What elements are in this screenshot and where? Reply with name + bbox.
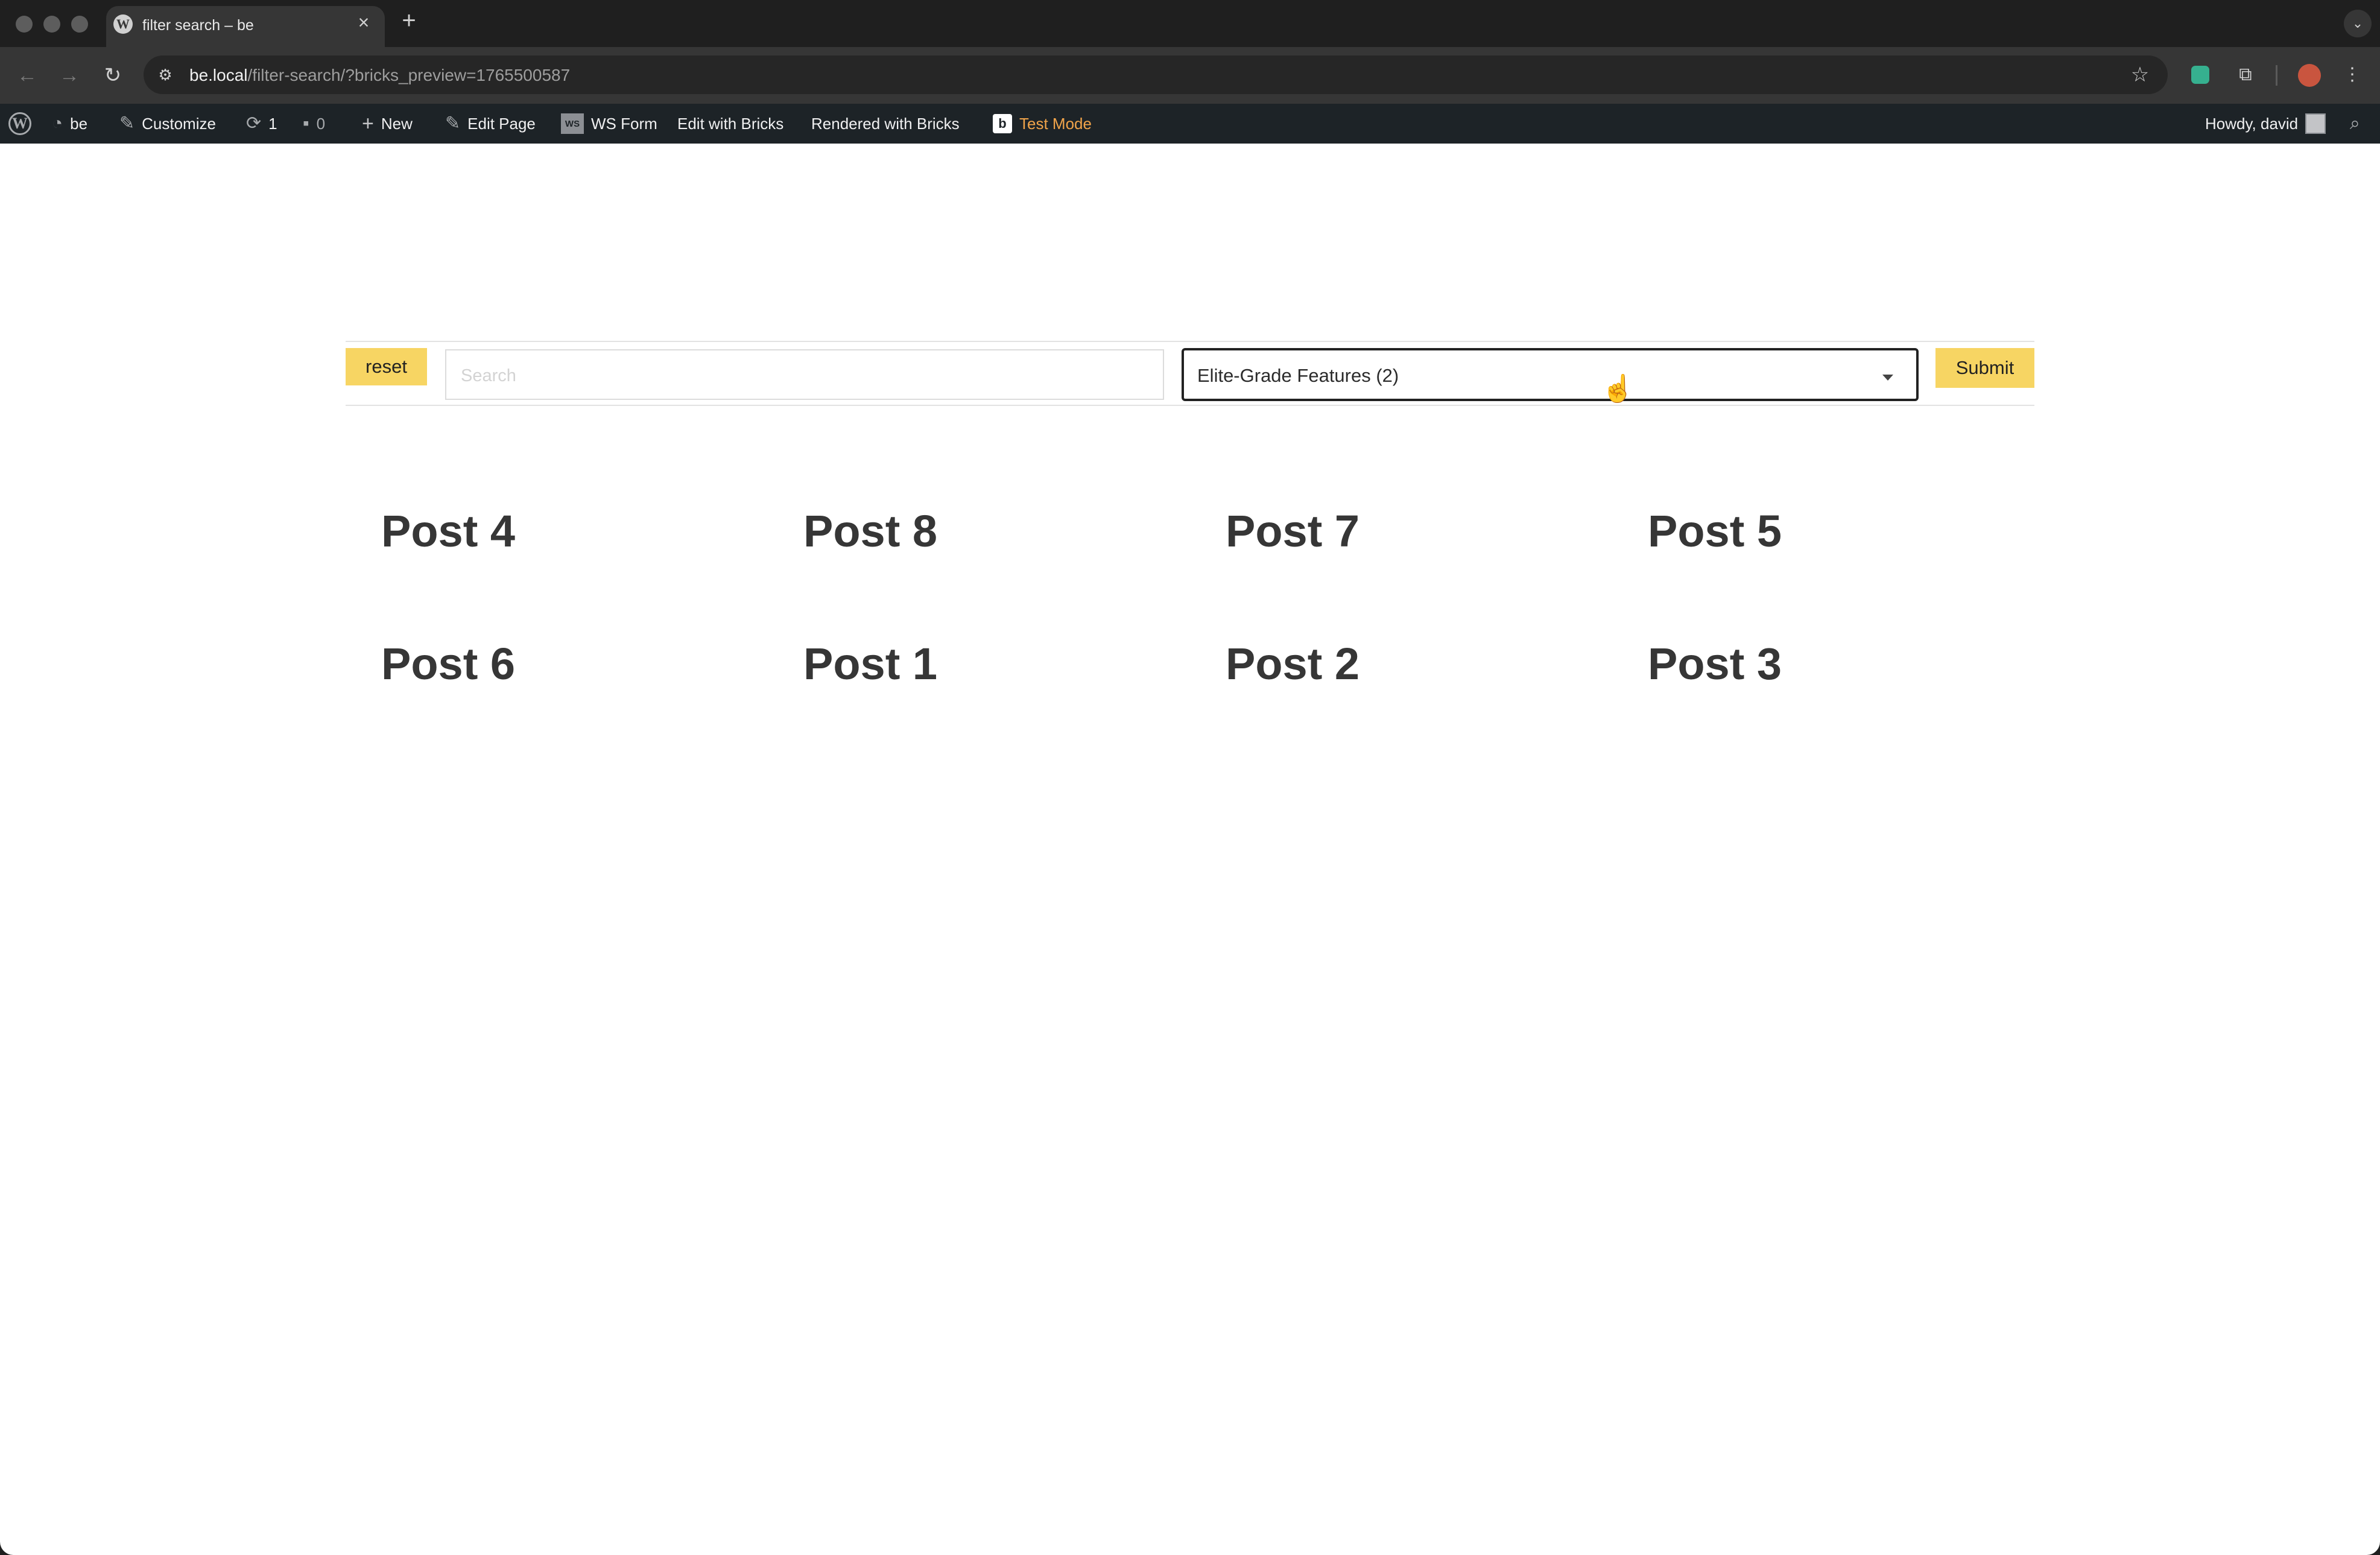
user-avatar-icon	[2305, 113, 2326, 134]
url-host: be.local	[189, 66, 248, 84]
edit-with-bricks-link[interactable]: Edit with Bricks	[677, 104, 783, 144]
ws-form-logo-icon: WS	[561, 113, 584, 134]
toolbar-divider	[2276, 65, 2277, 86]
search-icon: ⌕	[2350, 113, 2360, 133]
search-placeholder: Search	[461, 366, 516, 385]
rendered-with-bricks-item[interactable]: Rendered with Bricks	[811, 104, 960, 144]
window-maximize-button[interactable]	[71, 16, 88, 33]
forward-arrow-icon[interactable]: →	[55, 62, 83, 89]
comment-bubble-icon: ▪	[303, 113, 309, 133]
comments-count: 0	[316, 114, 326, 133]
wordpress-favicon-icon: W	[113, 14, 133, 34]
select-value: Elite-Grade Features (2)	[1197, 365, 1399, 386]
new-content-menu[interactable]: + New	[362, 104, 413, 144]
ws-form-label: WS Form	[591, 114, 657, 133]
dashboard-icon: ◔	[52, 113, 63, 133]
kebab-menu-icon[interactable]: ⋮	[2340, 63, 2364, 87]
submit-button[interactable]: Submit	[1935, 348, 2034, 388]
customize-link[interactable]: ✎ Customize	[119, 104, 216, 144]
browser-tabstrip: W filter search – be × + ⌄	[0, 0, 2380, 48]
site-name-label: be	[70, 114, 88, 133]
post-title[interactable]: Post 8	[803, 505, 937, 557]
edit-with-bricks-label: Edit with Bricks	[677, 114, 784, 133]
tab-title: filter search – be	[142, 17, 254, 34]
new-label: New	[381, 114, 413, 133]
window-close-button[interactable]	[16, 16, 33, 33]
rendered-with-bricks-label: Rendered with Bricks	[811, 114, 960, 133]
post-title[interactable]: Post 5	[1648, 505, 1782, 557]
howdy-label: Howdy, david	[2205, 114, 2299, 133]
new-tab-icon[interactable]: +	[398, 8, 420, 33]
site-name-menu[interactable]: ◔ be	[52, 104, 87, 144]
reload-icon[interactable]: ↻	[99, 62, 127, 89]
feature-filter-select[interactable]: Elite-Grade Features (2)	[1182, 348, 1919, 401]
bricks-logo-icon: b	[993, 114, 1012, 133]
edit-page-label: Edit Page	[467, 114, 536, 133]
pencil-icon: ✎	[445, 113, 461, 133]
reset-button[interactable]: reset	[346, 348, 427, 385]
updates-link[interactable]: ⟳ 1	[246, 104, 277, 144]
test-mode-label: Test Mode	[1019, 114, 1092, 133]
back-arrow-icon[interactable]: ←	[13, 62, 41, 89]
filter-bar: reset Search Elite-Grade Features (2) Su…	[346, 341, 2034, 406]
site-info-icon[interactable]: ⚙	[154, 64, 176, 86]
caret-down-icon	[1882, 375, 1893, 381]
url-text[interactable]: be.local/filter-search/?bricks_preview=1…	[189, 66, 570, 85]
url-path: /filter-search/?bricks_preview=176550058…	[247, 66, 571, 84]
wordpress-logo-icon: W	[8, 112, 31, 135]
updates-count: 1	[268, 114, 277, 133]
extensions-puzzle-icon[interactable]: ⧉	[2233, 63, 2258, 87]
page-viewport: reset Search Elite-Grade Features (2) Su…	[0, 144, 2380, 1555]
comments-link[interactable]: ▪ 0	[303, 104, 325, 144]
post-title[interactable]: Post 4	[381, 505, 515, 557]
brush-icon: ✎	[119, 113, 135, 133]
wp-admin-bar: W ◔ be ✎ Customize ⟳ 1 ▪ 0 + New ✎ Edit …	[0, 104, 2380, 144]
edit-page-link[interactable]: ✎ Edit Page	[445, 104, 536, 144]
hand-cursor-icon: ☝	[1601, 374, 1635, 404]
plus-icon: +	[362, 112, 374, 135]
search-input[interactable]: Search	[445, 349, 1164, 400]
browser-toolbar: ← → ↻ ⚙ be.local/filter-search/?bricks_p…	[0, 47, 2380, 104]
bookmark-star-icon[interactable]: ☆	[2127, 62, 2153, 88]
post-title[interactable]: Post 2	[1226, 638, 1359, 689]
profile-avatar-icon[interactable]	[2298, 64, 2321, 87]
post-title[interactable]: Post 6	[381, 638, 515, 689]
test-mode-item[interactable]: b Test Mode	[993, 104, 1092, 144]
post-title[interactable]: Post 3	[1648, 638, 1782, 689]
wp-logo-menu[interactable]: W	[8, 104, 31, 144]
window-minimize-button[interactable]	[43, 16, 60, 33]
customize-label: Customize	[142, 114, 216, 133]
post-title[interactable]: Post 1	[803, 638, 937, 689]
ws-form-menu[interactable]: WS WS Form	[561, 104, 657, 144]
extension-green-icon[interactable]	[2191, 66, 2209, 84]
my-account-menu[interactable]: Howdy, david	[2205, 104, 2326, 144]
address-bar[interactable]: ⚙ be.local/filter-search/?bricks_preview…	[144, 55, 2168, 94]
post-title[interactable]: Post 7	[1226, 505, 1359, 557]
browser-tab[interactable]: W filter search – be ×	[106, 6, 385, 48]
admin-search-button[interactable]: ⌕	[2350, 104, 2360, 144]
updates-icon: ⟳	[246, 113, 262, 133]
tab-list-chevron-icon[interactable]: ⌄	[2344, 10, 2372, 37]
tab-close-icon[interactable]: ×	[355, 13, 373, 32]
